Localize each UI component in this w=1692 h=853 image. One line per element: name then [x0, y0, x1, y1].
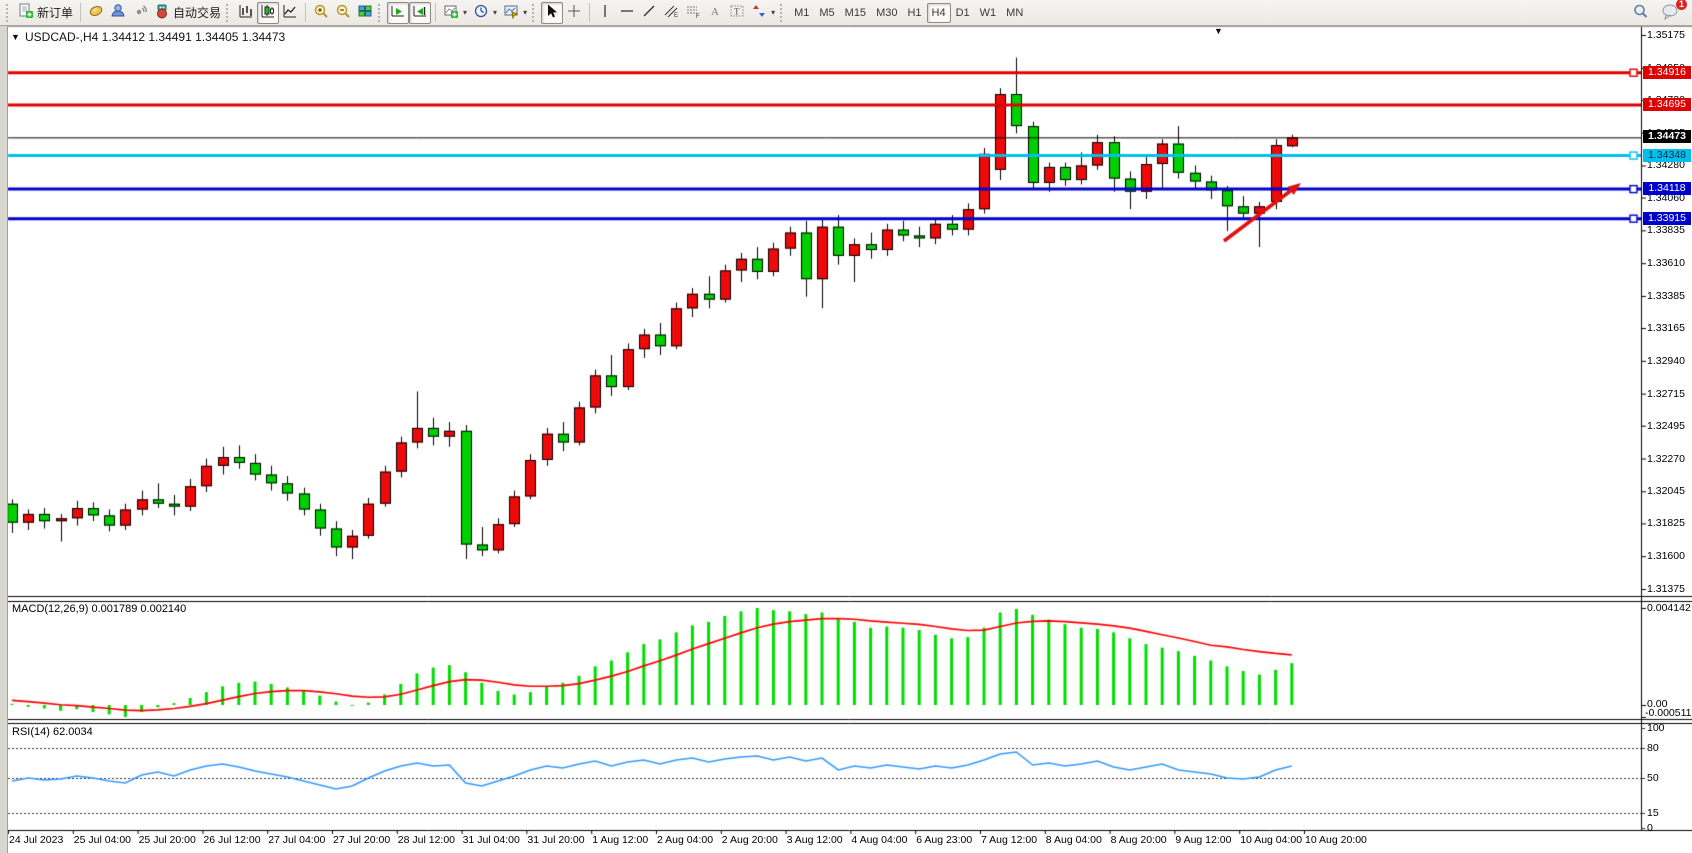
chat-button[interactable]: 1: [1658, 2, 1682, 24]
auto-scroll-button[interactable]: [387, 2, 409, 24]
toolbar-grip: [378, 4, 383, 22]
cursor-icon: [544, 3, 560, 22]
timeframe-m5[interactable]: M5: [814, 3, 839, 23]
timeframe-h4[interactable]: H4: [927, 3, 951, 23]
periods-button[interactable]: ▾: [470, 2, 500, 24]
auto-trading-icon: [154, 3, 170, 22]
chart-shift-icon: [412, 3, 428, 22]
svg-text:E: E: [674, 13, 678, 19]
signals-button[interactable]: [129, 2, 151, 24]
auto-scroll-icon: [390, 3, 406, 22]
svg-text:T: T: [734, 7, 740, 17]
gold-seal-icon: [88, 3, 104, 22]
svg-text:A: A: [711, 6, 719, 18]
horizontal-line-button[interactable]: [616, 2, 638, 24]
templates-dropdown-caret: ▾: [523, 8, 527, 17]
fibonacci-button[interactable]: F: [682, 2, 704, 24]
mt4-terminal-window: { "toolbar": { "new_order_label": "新订单",…: [0, 0, 1692, 853]
indicators-button[interactable]: ▾: [440, 2, 470, 24]
candlestick-chart-button[interactable]: [257, 2, 279, 24]
deposit-button[interactable]: [85, 2, 107, 24]
timeframe-label: M1: [794, 7, 809, 19]
toolbar-separator: [589, 3, 590, 22]
tile-windows-icon: [357, 3, 373, 22]
crosshair-button[interactable]: [563, 2, 585, 24]
new-order-icon: [18, 3, 34, 22]
horizontal-line-icon: [619, 3, 635, 22]
zoom-in-button[interactable]: [310, 2, 332, 24]
timeframe-label: W1: [980, 7, 997, 19]
zoom-out-icon: [335, 3, 351, 22]
toolbar-grip: [780, 4, 785, 22]
timeframe-m30[interactable]: M30: [871, 3, 902, 23]
text-button[interactable]: A: [704, 2, 726, 24]
timeframe-w1[interactable]: W1: [975, 3, 1002, 23]
chart-shift-button[interactable]: [409, 2, 431, 24]
auto-trading-label: 自动交易: [173, 4, 221, 21]
fibonacci-icon: F: [685, 3, 701, 22]
timeframe-label: H4: [932, 7, 946, 19]
timeframe-label: M5: [819, 7, 834, 19]
tile-windows-button[interactable]: [354, 2, 376, 24]
chart-canvas[interactable]: [0, 0, 1692, 853]
trendline-icon: [641, 3, 657, 22]
community-icon: [110, 3, 126, 22]
toolbar-separator: [80, 3, 81, 22]
bar-chart-button[interactable]: [235, 2, 257, 24]
new-order-label: 新订单: [37, 4, 73, 21]
toolbar-grip: [6, 4, 11, 22]
line-chart-icon: [282, 3, 298, 22]
timeframe-h1[interactable]: H1: [902, 3, 926, 23]
timeframe-label: M30: [876, 7, 897, 19]
bar-chart-icon: [238, 3, 254, 22]
timeframe-label: MN: [1006, 7, 1023, 19]
toolbar-separator: [305, 3, 306, 22]
toolbar-grip: [532, 4, 537, 22]
vertical-line-button[interactable]: [594, 2, 616, 24]
auto-trading-button[interactable]: 自动交易: [151, 2, 224, 24]
line-chart-button[interactable]: [279, 2, 301, 24]
search-icon: [1632, 3, 1649, 23]
templates-button[interactable]: ▾: [500, 2, 530, 24]
equidistant-channel-button[interactable]: E: [660, 2, 682, 24]
arrows-button[interactable]: ▾: [748, 2, 778, 24]
timeframe-label: M15: [845, 7, 866, 19]
indicators-dropdown-caret: ▾: [463, 8, 467, 17]
timeframe-m1[interactable]: M1: [789, 3, 814, 23]
equidistant-channel-icon: E: [663, 3, 679, 22]
arrows-icon: [751, 3, 767, 22]
timeframe-mn[interactable]: MN: [1001, 3, 1028, 23]
notification-badge: 1: [1676, 0, 1687, 10]
crosshair-icon: [566, 3, 582, 22]
candlestick-chart-icon: [260, 3, 276, 22]
svg-text:F: F: [696, 14, 700, 19]
community-button[interactable]: [107, 2, 129, 24]
periods-dropdown-caret: ▾: [493, 8, 497, 17]
signal-icon: [132, 3, 148, 22]
arrows-dropdown-caret: ▾: [771, 8, 775, 17]
timeframe-d1[interactable]: D1: [951, 3, 975, 23]
text-label-button[interactable]: T: [726, 2, 748, 24]
timeframe-label: H1: [907, 7, 921, 19]
zoom-out-button[interactable]: [332, 2, 354, 24]
zoom-in-icon: [313, 3, 329, 22]
search-button[interactable]: [1629, 2, 1652, 24]
main-toolbar: 新订单 自动交易 ▾: [0, 0, 1692, 26]
toolbar-grip: [226, 4, 231, 22]
toolbar-separator: [435, 3, 436, 22]
vertical-line-icon: [597, 3, 613, 22]
trendline-button[interactable]: [638, 2, 660, 24]
timeframe-m15[interactable]: M15: [840, 3, 871, 23]
cursor-button[interactable]: [541, 2, 563, 24]
timeframe-label: D1: [956, 7, 970, 19]
window-left-edge: [0, 26, 8, 853]
templates-icon: [503, 3, 519, 22]
text-label-icon: T: [729, 3, 745, 22]
new-order-button[interactable]: 新订单: [15, 2, 76, 24]
clock-icon: [473, 3, 489, 22]
indicators-icon: [443, 3, 459, 22]
text-icon: A: [707, 3, 723, 22]
